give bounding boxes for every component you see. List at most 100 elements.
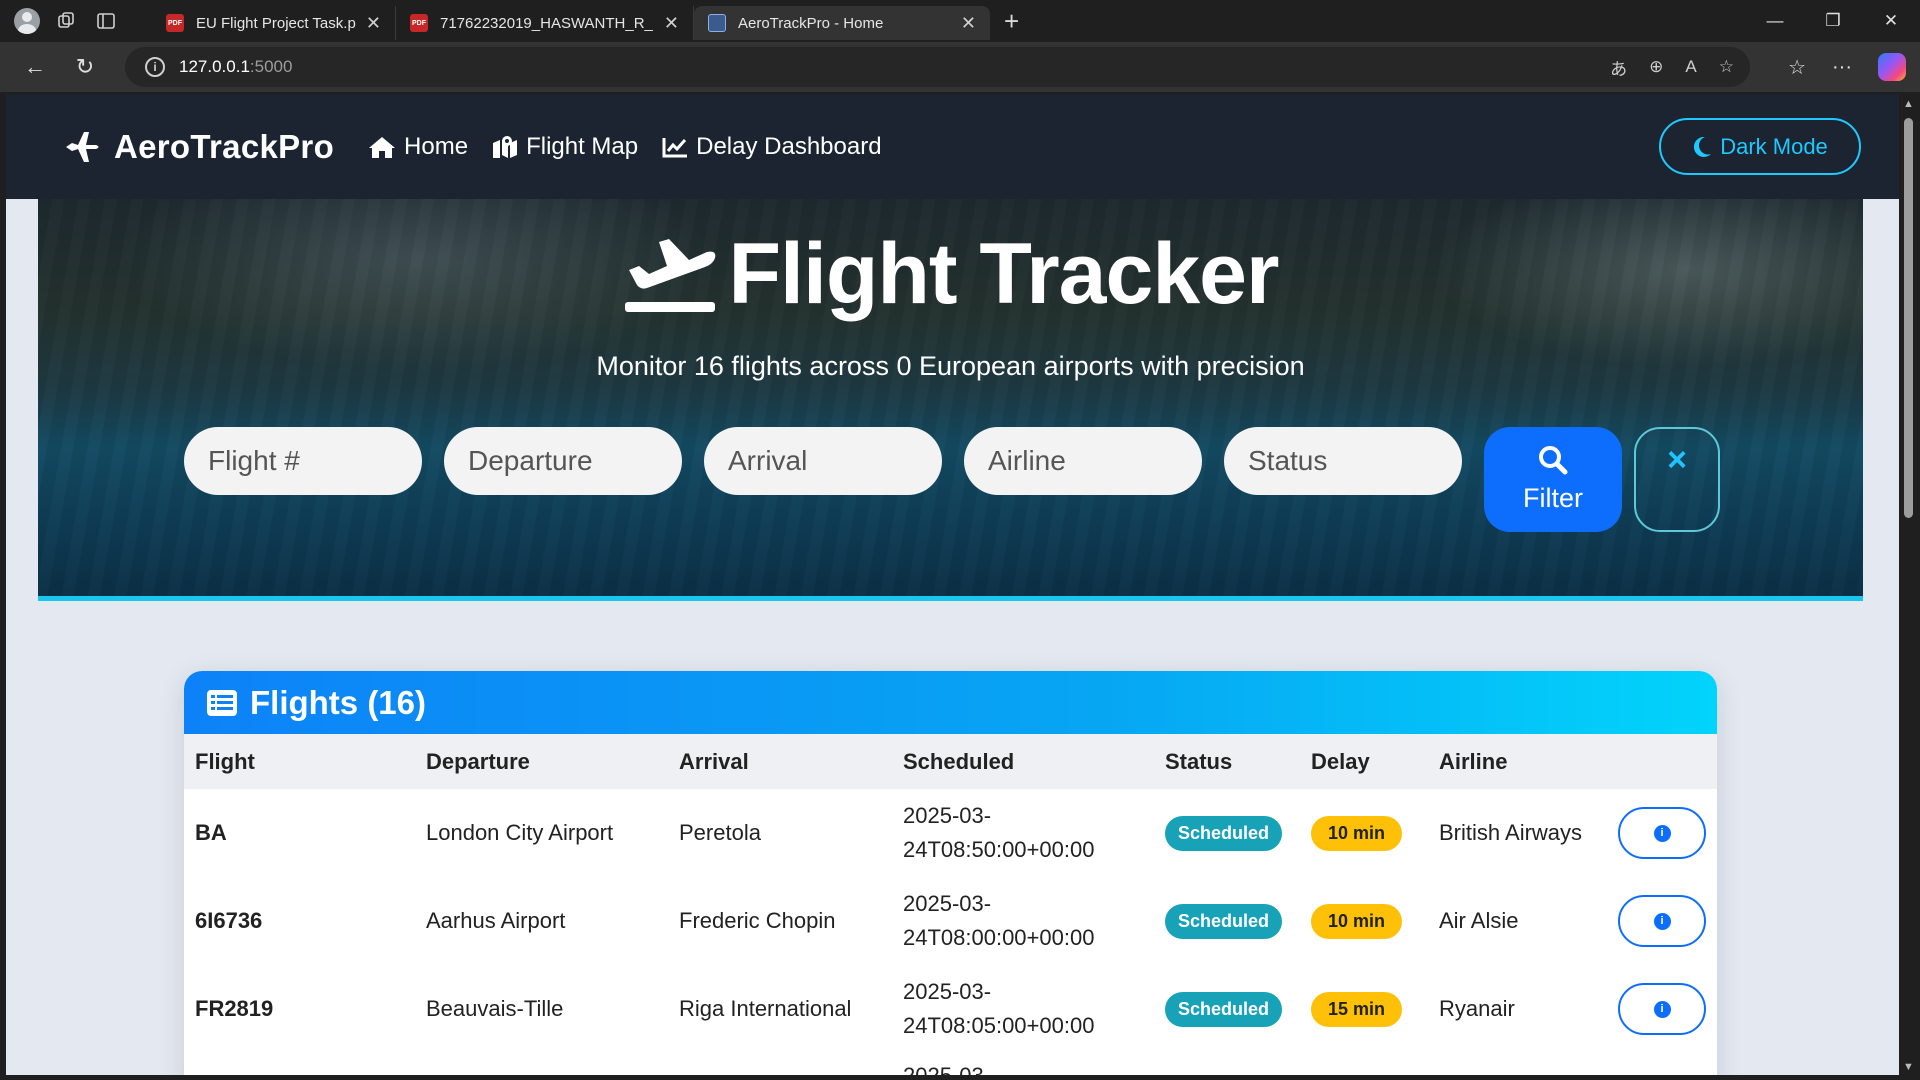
flights-card-header: Flights (16) [184, 671, 1717, 734]
restore-icon[interactable]: ❐ [1804, 0, 1862, 42]
pdf-icon: PDF [166, 14, 184, 32]
scroll-up-icon[interactable]: ▲ [1903, 98, 1914, 110]
hero-title-text: Flight Tracker [728, 226, 1280, 322]
favorites-icon[interactable]: ☆ [1788, 55, 1806, 80]
address-bar[interactable]: i 127.0.0.1:5000 あ ⊕ A ☆ [125, 47, 1750, 87]
column-header-delay: Delay [1311, 748, 1370, 774]
status-badge: Scheduled [1165, 903, 1283, 939]
airline-name: Air Alsie [1439, 908, 1519, 933]
table-row: BA London City Airport Peretola 2025-03-… [184, 789, 1717, 877]
info-icon: i [1653, 1000, 1671, 1018]
delay-badge: 10 min [1311, 903, 1403, 939]
tab-title: 71762232019_HASWANTH_R_RES [440, 14, 654, 32]
tab-actions-icon[interactable] [86, 0, 126, 42]
column-header-actions [1607, 734, 1717, 789]
home-icon [369, 136, 396, 158]
arrival-airport: Peretola [679, 820, 761, 845]
delay-cell: 15 min [1300, 965, 1428, 1053]
more-options-icon[interactable]: ··· [1832, 56, 1852, 79]
nav-link-flight-map[interactable]: Flight Map [492, 133, 638, 161]
nav-links: Home Flight Map Delay Dashboard [344, 133, 882, 161]
status-badge: Scheduled [1165, 991, 1283, 1027]
close-tab-icon[interactable]: ✕ [366, 13, 381, 34]
nav-link-home[interactable]: Home [368, 133, 468, 161]
map-icon [493, 135, 518, 158]
flights-table: Flight Departure Arrival Scheduled Statu… [184, 734, 1717, 1075]
scheduled-date: 2025-03- [903, 803, 992, 828]
url-text[interactable]: 127.0.0.1:5000 [179, 57, 292, 77]
flight-details-button[interactable]: i [1618, 895, 1706, 947]
departure-input[interactable] [444, 427, 682, 495]
scheduled-time: 2025-03- 24T08:50:00+00:00 [892, 789, 1154, 877]
actions-cell: i [1607, 789, 1717, 877]
dark-mode-button[interactable]: Dark Mode [1659, 118, 1861, 175]
info-icon: i [1653, 824, 1671, 842]
scroll-down-icon[interactable]: ▼ [1903, 1061, 1914, 1073]
close-window-icon[interactable]: ✕ [1862, 0, 1920, 42]
list-icon [207, 689, 237, 716]
tab-title: EU Flight Project Task.pdf [196, 14, 356, 32]
nav-link-delay-dashboard[interactable]: Delay Dashboard [662, 133, 882, 161]
scheduled-time-part: 24T08:00:00+00:00 [903, 925, 1095, 950]
column-header-arrival: Arrival [679, 748, 749, 774]
close-tab-icon[interactable]: ✕ [961, 13, 976, 34]
filter-button[interactable]: Filter [1484, 427, 1622, 532]
browser-toolbar: ☆ ··· [1788, 42, 1920, 92]
status-input[interactable] [1224, 427, 1462, 495]
hero-accent-bar [38, 596, 1863, 601]
minimize-icon[interactable]: — [1746, 0, 1804, 42]
arrival-airport: Riga International [679, 996, 852, 1021]
flight-details-button[interactable]: i [1618, 983, 1706, 1035]
table-header-row: Flight Departure Arrival Scheduled Statu… [184, 734, 1717, 789]
close-icon: × [1667, 441, 1687, 479]
plane-icon [66, 131, 99, 162]
scheduled-time-part: 24T08:05:00+00:00 [903, 1013, 1095, 1038]
profile-avatar-icon[interactable] [14, 8, 40, 34]
filter-button-label: Filter [1523, 483, 1583, 513]
delay-cell: 10 min [1300, 877, 1428, 965]
flight-details-button[interactable]: i [1618, 807, 1706, 859]
scheduled-date: 2025-03- [903, 891, 992, 916]
clear-filters-button[interactable]: × [1634, 427, 1720, 532]
page-scrollbar[interactable]: ▲ ▼ [1900, 94, 1916, 1075]
arrival-input[interactable] [704, 427, 942, 495]
delay-cell: 10 min [1300, 789, 1428, 877]
zoom-icon[interactable]: ⊕ [1649, 57, 1663, 77]
browser-tab[interactable]: PDF EU Flight Project Task.pdf ✕ [152, 6, 396, 40]
translate-icon[interactable]: あ [1610, 55, 1627, 80]
site-info-icon[interactable]: i [145, 57, 165, 77]
favorite-star-icon[interactable]: ☆ [1719, 57, 1734, 77]
copilot-icon[interactable] [1878, 53, 1906, 81]
status-badge: Scheduled [1165, 815, 1283, 851]
airline-name: Ryanair [1439, 996, 1515, 1021]
status-cell: Scheduled [1154, 789, 1300, 877]
brand[interactable]: AeroTrackPro [64, 128, 334, 166]
browser-tab-active[interactable]: AeroTrackPro - Home ✕ [694, 6, 990, 40]
flight-number: 6I6736 [195, 908, 263, 933]
hero-subtitle: Monitor 16 flights across 0 European air… [596, 351, 1305, 381]
flight-number: BA [195, 820, 227, 845]
column-header-scheduled: Scheduled [903, 748, 1015, 774]
column-header-airline: Airline [1439, 748, 1508, 774]
column-header-status: Status [1165, 748, 1233, 774]
back-arrow-icon[interactable]: ← [10, 42, 60, 92]
flight-number-input[interactable] [184, 427, 422, 495]
read-aloud-icon[interactable]: A [1685, 57, 1696, 77]
scrollbar-thumb[interactable] [1904, 118, 1913, 518]
departure-airport: London City Airport [426, 820, 614, 845]
search-icon [1539, 446, 1568, 475]
scheduled-time: 2025-03- 24T08:00:00+00:00 [892, 877, 1154, 965]
scheduled-time: 2025-03- 24T08:05:00+00:00 [892, 965, 1154, 1053]
workspaces-icon[interactable] [46, 0, 86, 42]
delay-badge: 15 min [1311, 991, 1403, 1027]
status-cell: Scheduled [1154, 965, 1300, 1053]
browser-tab[interactable]: PDF 71762232019_HASWANTH_R_RES ✕ [396, 6, 694, 40]
departure-airport: Beauvais-Tille [426, 996, 564, 1021]
new-tab-icon[interactable]: + [1004, 6, 1019, 37]
close-tab-icon[interactable]: ✕ [664, 13, 679, 34]
airline-input[interactable] [964, 427, 1202, 495]
browser-tab-strip: PDF EU Flight Project Task.pdf ✕ PDF 717… [0, 0, 1920, 42]
moon-icon [1694, 136, 1712, 157]
reload-icon[interactable]: ↻ [60, 42, 110, 92]
page-viewport: AeroTrackPro Home Flight Map Delay Dashb… [6, 94, 1899, 1075]
